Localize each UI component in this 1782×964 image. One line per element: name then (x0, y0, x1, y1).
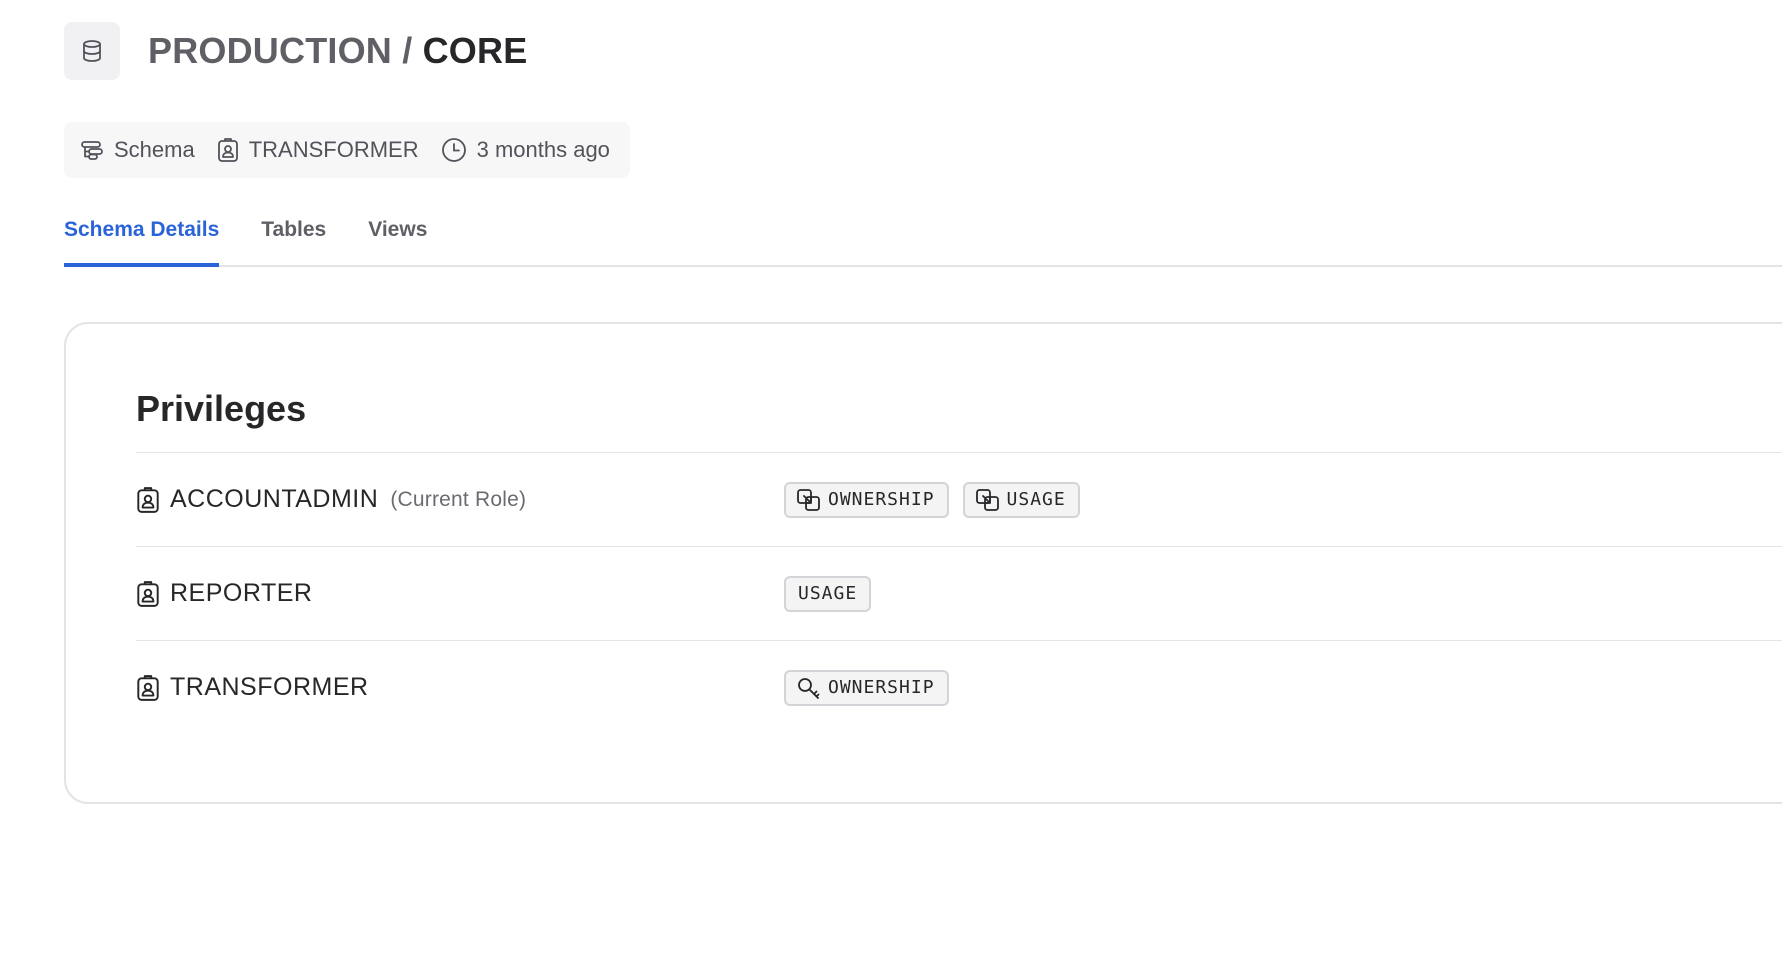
role-cell: ACCOUNTADMIN (Current Role) (136, 485, 784, 514)
breadcrumb-separator: / (392, 30, 423, 71)
schema-page: PRODUCTION / CORE Schema TRANSFORMER 3 m… (0, 0, 1782, 964)
tab-schema-details[interactable]: Schema Details (64, 206, 220, 267)
schema-icon (81, 141, 103, 160)
tab-views[interactable]: Views (368, 206, 427, 267)
role-cell: REPORTER (136, 579, 784, 608)
page-title: PRODUCTION / CORE (148, 30, 527, 72)
database-icon (64, 22, 120, 80)
breadcrumb-current: CORE (422, 30, 528, 71)
grant-label: OWNERSHIP (828, 677, 935, 698)
owner-role-label: TRANSFORMER (248, 137, 419, 162)
privileges-title: Privileges (136, 388, 307, 429)
last-updated-label: 3 months ago (476, 137, 610, 162)
role-badge-icon (137, 580, 159, 607)
metadata-bar: Schema TRANSFORMER 3 months ago (64, 122, 630, 178)
tab-tables[interactable]: Tables (261, 206, 326, 267)
current-role-note: (Current Role) (390, 487, 527, 511)
inherited-grant-icon (797, 488, 820, 511)
privilege-row: TRANSFORMER OWNERSHIP (136, 640, 1782, 734)
grant-label: OWNERSHIP (828, 489, 935, 510)
grant-chip[interactable]: USAGE (784, 575, 872, 612)
clock-icon (441, 138, 466, 162)
inherited-grant-icon (975, 488, 999, 511)
role-name[interactable]: ACCOUNTADMIN (170, 485, 378, 514)
page-header: PRODUCTION / CORE (64, 22, 527, 80)
grant-chip[interactable]: OWNERSHIP (784, 669, 949, 706)
last-updated: 3 months ago (441, 137, 610, 163)
role-badge-icon (137, 674, 159, 701)
tab-bar: Schema Details Tables Views (64, 206, 1782, 267)
breadcrumb-parent[interactable]: PRODUCTION (148, 30, 392, 71)
role-badge-icon (137, 486, 159, 513)
owner-role[interactable]: TRANSFORMER (217, 137, 419, 163)
grant-chip[interactable]: OWNERSHIP (784, 481, 949, 518)
privileges-card: Privileges ACCOUNTADMIN (Current Role) O… (64, 322, 1782, 804)
role-name[interactable]: TRANSFORMER (170, 673, 369, 702)
grant-chips: OWNERSHIP (784, 669, 949, 706)
grant-chips: OWNERSHIP USAGE (784, 481, 1080, 518)
role-badge-icon (217, 138, 238, 162)
grant-chips: USAGE (784, 575, 872, 612)
role-name[interactable]: REPORTER (170, 579, 312, 608)
privileges-list: ACCOUNTADMIN (Current Role) OWNERSHIP US… (136, 452, 1782, 734)
privilege-row: ACCOUNTADMIN (Current Role) OWNERSHIP US… (136, 452, 1782, 546)
role-cell: TRANSFORMER (136, 673, 784, 702)
object-type: Schema (80, 137, 195, 163)
object-type-label: Schema (114, 137, 195, 162)
key-icon (798, 677, 820, 699)
grant-label: USAGE (1006, 489, 1066, 510)
privilege-row: REPORTER USAGE (136, 546, 1782, 640)
grant-chip[interactable]: USAGE (962, 481, 1080, 518)
grant-label: USAGE (798, 583, 858, 604)
